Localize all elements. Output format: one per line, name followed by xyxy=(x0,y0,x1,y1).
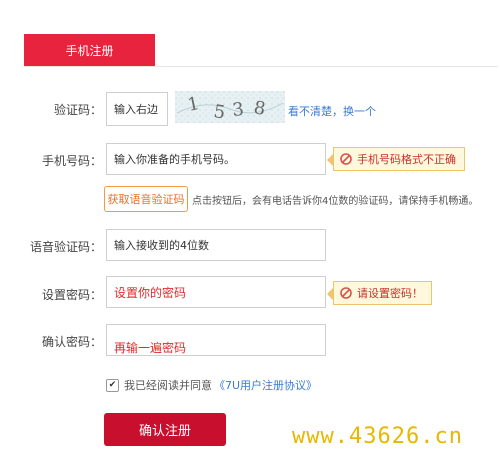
agreement-checkbox[interactable]: ✔ xyxy=(106,378,119,392)
watermark: www.43626.cn xyxy=(292,424,463,449)
password-input[interactable]: 设置你的密码 xyxy=(106,276,326,308)
phone-error-text: 手机号码格式不正确 xyxy=(357,153,456,166)
agreement-text: 我已经阅读并同意 xyxy=(124,379,212,392)
voice-code-hint: 点击按钮后，会有电话告诉你4位数的验证码，请保持手机畅通。 xyxy=(192,196,479,207)
phone-input[interactable]: 输入你准备的手机号码。 xyxy=(106,143,326,175)
tab-bar: 手机注册 xyxy=(24,34,498,67)
tab-phone-register[interactable]: 手机注册 xyxy=(24,34,155,66)
submit-register-button[interactable]: 确认注册 xyxy=(104,413,226,446)
voice-code-label: 语音验证码： xyxy=(29,240,102,254)
confirm-password-input[interactable]: 再输一遍密码 xyxy=(106,324,326,356)
password-label: 设置密码： xyxy=(41,288,102,302)
captcha-image[interactable]: 1 5 3 8 xyxy=(175,91,285,123)
captcha-input[interactable]: 输入右边 xyxy=(106,92,168,126)
agreement-row: ✔ 我已经阅读并同意 《7U用户注册协议》 xyxy=(106,377,317,393)
registration-page: 手机注册 验证码： 输入右边 1 5 3 8 看不清楚，换一个 手机号码： 输入… xyxy=(0,0,500,454)
get-voice-code-button[interactable]: 获取语音验证码 xyxy=(104,186,188,212)
captcha-digit: 3 xyxy=(231,99,245,121)
password-error-text: 请设置密码！ xyxy=(357,287,423,300)
captcha-label: 验证码： xyxy=(53,103,102,117)
refresh-captcha-link[interactable]: 看不清楚，换一个 xyxy=(288,103,376,119)
ban-icon xyxy=(340,153,352,165)
ban-icon xyxy=(340,287,352,299)
voice-code-input[interactable]: 输入接收到的4位数 xyxy=(106,229,326,261)
confirm-password-label: 确认密码： xyxy=(41,335,102,349)
phone-label: 手机号码： xyxy=(41,154,102,168)
phone-error-tip: 手机号码格式不正确 xyxy=(327,147,465,171)
agreement-link[interactable]: 《7U用户注册协议》 xyxy=(214,377,317,393)
password-error-tip: 请设置密码！ xyxy=(327,281,432,305)
